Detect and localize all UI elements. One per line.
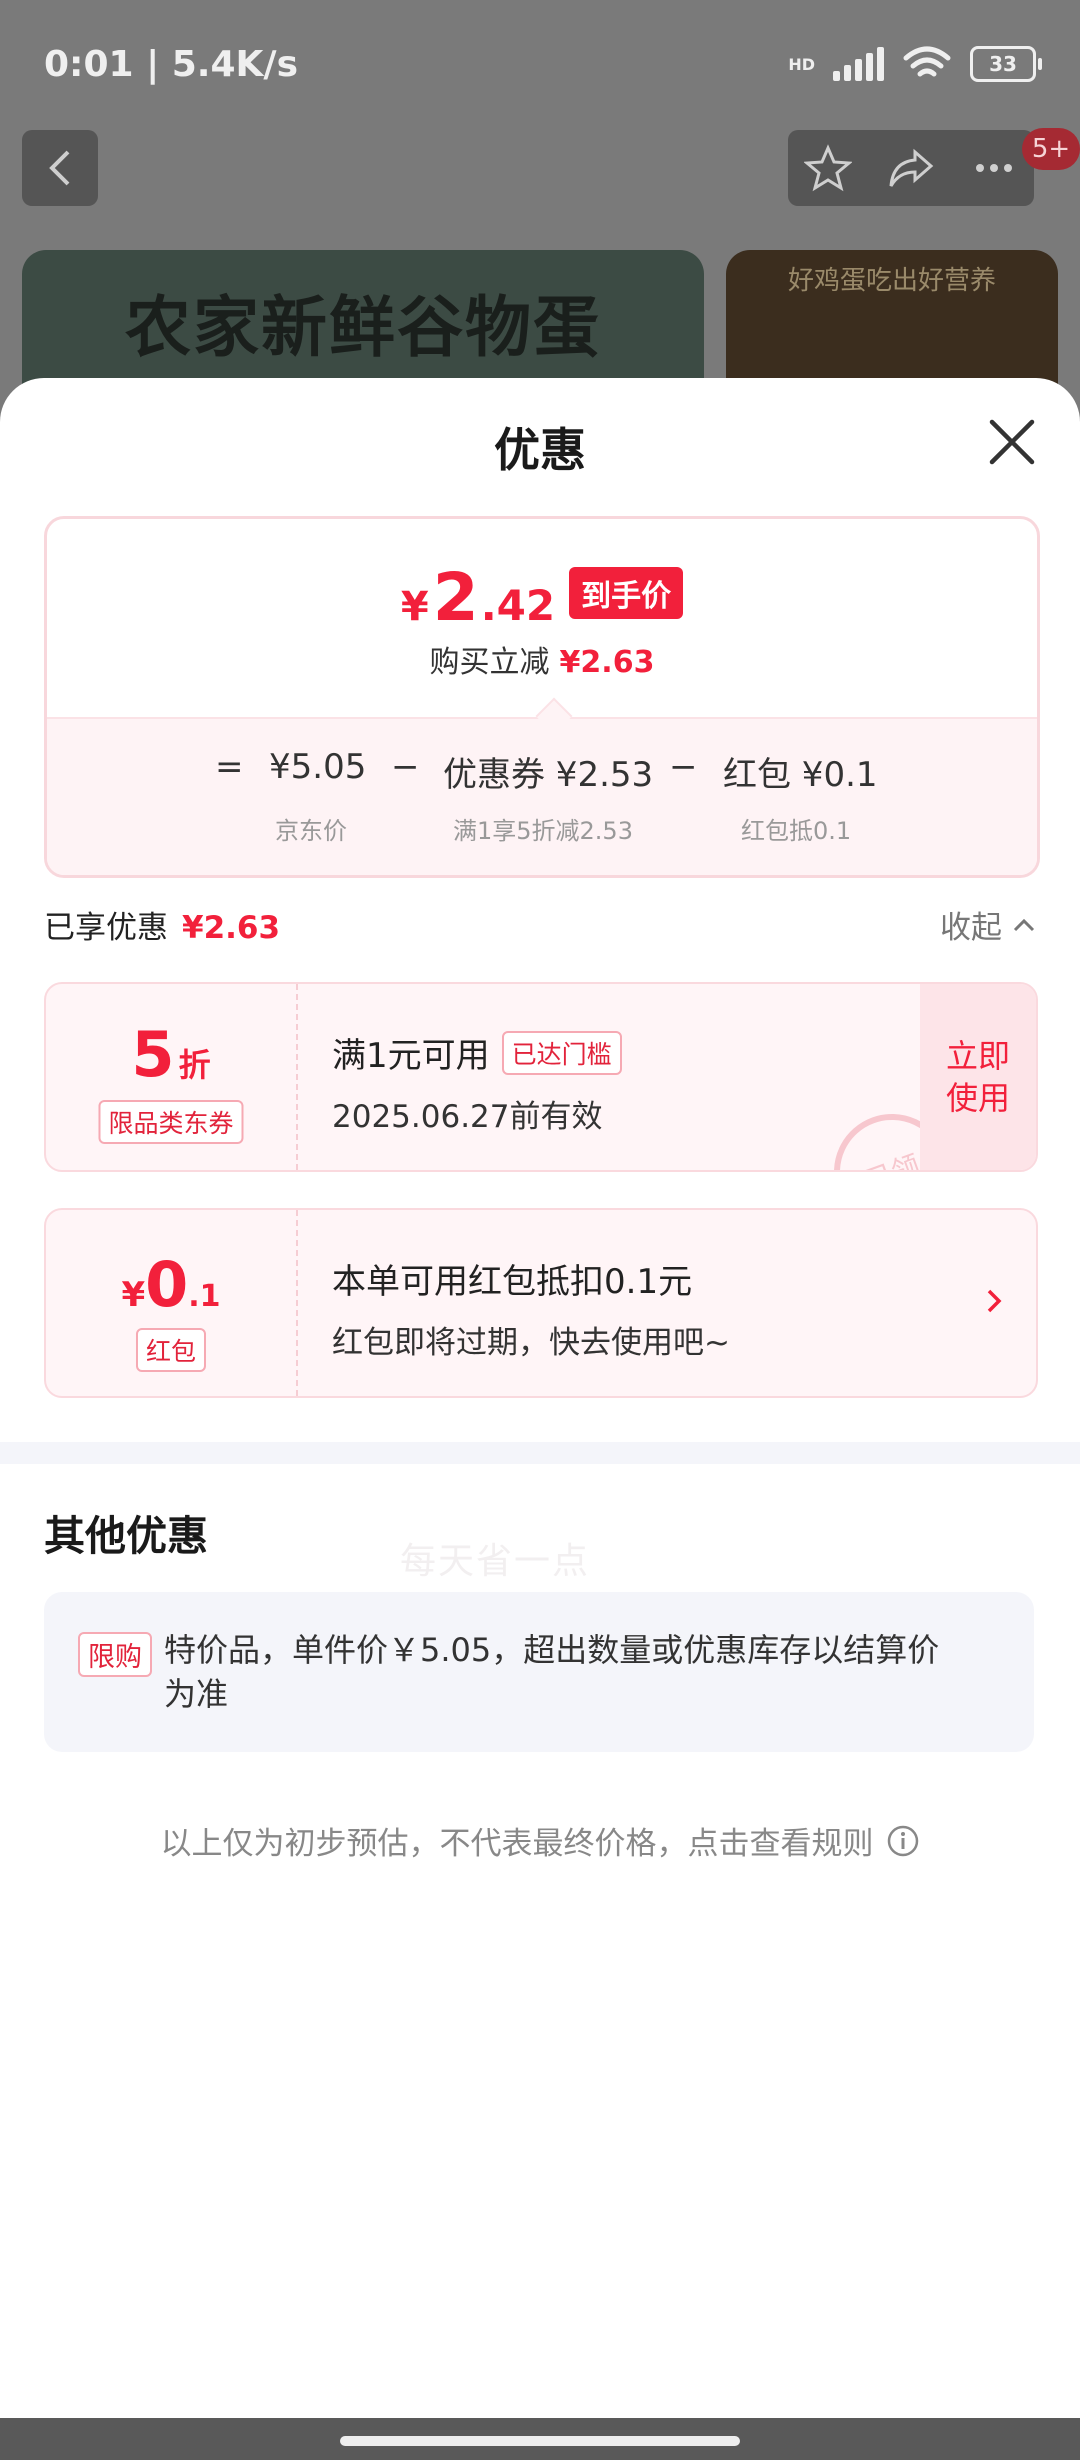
share-icon[interactable] (885, 144, 937, 192)
other-discounts-title: 其他优惠 (44, 1512, 208, 1560)
message-badge: 5+ (1022, 128, 1080, 170)
final-price-tag: 到手价 (569, 567, 684, 619)
section-divider (0, 1442, 1080, 1464)
instant-reduce-value: ¥2.63 (559, 645, 655, 680)
purchase-limit-tag: 限购 (78, 1632, 152, 1677)
status-time: 0:01 | 5.4K/s (44, 44, 299, 85)
use-now-label: 立即使用 (945, 1037, 1010, 1117)
formula-minus-1: − (391, 747, 420, 787)
banner-side-title: 好鸡蛋吃出好营养 (787, 266, 996, 296)
note-jd-price: 京东价 (275, 817, 347, 845)
redpacket-amount-int: 0 (145, 1248, 189, 1321)
coupon-title: 满1元可用 (332, 1036, 490, 1076)
enjoyed-discount: 已享优惠 ¥2.63 (44, 902, 280, 947)
coupon-validity: 2025.06.27前有效 (332, 1099, 603, 1135)
hd-label: HD (788, 54, 815, 74)
enjoyed-value: ¥2.63 (182, 910, 281, 946)
formula-redpacket: 红包 ¥0.1 (723, 755, 878, 795)
coupon-discount: 5折 (46, 1018, 296, 1091)
other-discount-item: 限购 特价品，单件价￥5.05，超出数量或优惠库存以结算价为准 (44, 1592, 1034, 1752)
collapse-label: 收起 (940, 910, 1002, 946)
sheet-title: 优惠 (494, 423, 586, 477)
coupon-discount-unit: 折 (178, 1046, 211, 1084)
formula-coupon: 优惠券 ¥2.53 (443, 755, 654, 795)
price-integer: 2 (432, 559, 479, 636)
watermark-text: 每天省一点 (400, 1541, 591, 1582)
coupon-card[interactable]: 5折 限品类东券 满1元可用 已达门槛 2025.06.27前有效 已领 立即使… (44, 982, 1038, 1172)
instant-reduce-label: 购买立减 (429, 645, 550, 680)
price-summary: ¥ 2 .42 到手价 购买立减 ¥2.63 (47, 519, 1037, 717)
coupon-discount-number: 5 (131, 1018, 175, 1091)
chevron-right-icon[interactable] (984, 1286, 1004, 1316)
coupon-type-tag: 限品类东券 (98, 1100, 244, 1144)
note-redpacket: 红包抵0.1 (741, 817, 852, 845)
currency-symbol: ¥ (400, 584, 429, 630)
home-indicator[interactable] (340, 2436, 740, 2446)
redpacket-amount-dec: .1 (188, 1279, 221, 1314)
final-price: ¥ 2 .42 到手价 (47, 559, 1037, 636)
enjoyed-label: 已享优惠 (44, 910, 168, 946)
info-icon (887, 1825, 918, 1856)
top-action-group (788, 130, 1034, 206)
note-coupon: 满1享5折减2.53 (453, 817, 633, 845)
wifi-icon (903, 46, 951, 77)
redpacket-type-tag: 红包 (135, 1328, 207, 1372)
banner-title: 农家新鲜谷物蛋 (125, 289, 601, 366)
purchase-limit-text: 特价品，单件价￥5.05，超出数量或优惠库存以结算价为准 (164, 1631, 940, 1713)
discount-sheet: 优惠 ¥ 2 .42 到手价 购买立减 ¥2.63 = ¥5.05 − 优惠券 ¥… (0, 378, 1080, 2418)
more-icon[interactable] (970, 144, 1018, 192)
disclaimer-text: 以上仅为初步预估，不代表最终价格，点击查看规则 (160, 1826, 874, 1862)
coupon-value: 5折 限品类东券 (46, 984, 298, 1170)
back-button[interactable] (22, 130, 98, 206)
star-icon[interactable] (804, 144, 853, 192)
redpacket-amount: ¥0.1 (46, 1248, 296, 1321)
redpacket-subtitle: 红包即将过期，快去使用吧~ (332, 1325, 730, 1361)
instant-reduce: 购买立减 ¥2.63 (47, 637, 1037, 681)
battery-icon: 33 (970, 46, 1042, 82)
redpacket-currency: ¥ (121, 1275, 146, 1315)
close-icon[interactable] (984, 414, 1040, 470)
redpacket-card[interactable]: ¥0.1 红包 本单可用红包抵扣0.1元 红包即将过期，快去使用吧~ (44, 1208, 1038, 1398)
price-breakdown: = ¥5.05 − 优惠券 ¥2.53 − 红包 ¥0.1 京东价 满1享5折减… (47, 717, 1037, 875)
status-bar: 0:01 | 5.4K/s HD 33 (0, 0, 1080, 140)
status-icons: HD 33 (788, 46, 1042, 82)
price-decimal: .42 (480, 581, 556, 630)
use-now-button[interactable]: 立即使用 (920, 984, 1036, 1170)
formula-minus-2: − (669, 747, 698, 787)
chevron-left-icon (49, 150, 70, 186)
coupon-info: 满1元可用 已达门槛 2025.06.27前有效 (332, 1028, 622, 1136)
formula-equals: = (215, 747, 244, 787)
formula-jd-price: ¥5.05 (269, 747, 367, 787)
signal-icon (833, 47, 884, 81)
threshold-reached-tag: 已达门槛 (501, 1030, 622, 1075)
redpacket-value: ¥0.1 红包 (46, 1210, 298, 1396)
price-card: ¥ 2 .42 到手价 购买立减 ¥2.63 = ¥5.05 − 优惠券 ¥2.5… (44, 516, 1040, 878)
chevron-up-icon (1013, 918, 1035, 931)
collapse-toggle[interactable]: 收起 (940, 902, 1036, 947)
redpacket-title: 本单可用红包抵扣0.1元 (332, 1262, 693, 1302)
redpacket-info: 本单可用红包抵扣0.1元 红包即将过期，快去使用吧~ (332, 1254, 730, 1362)
price-disclaimer[interactable]: 以上仅为初步预估，不代表最终价格，点击查看规则 (0, 1818, 1080, 1863)
